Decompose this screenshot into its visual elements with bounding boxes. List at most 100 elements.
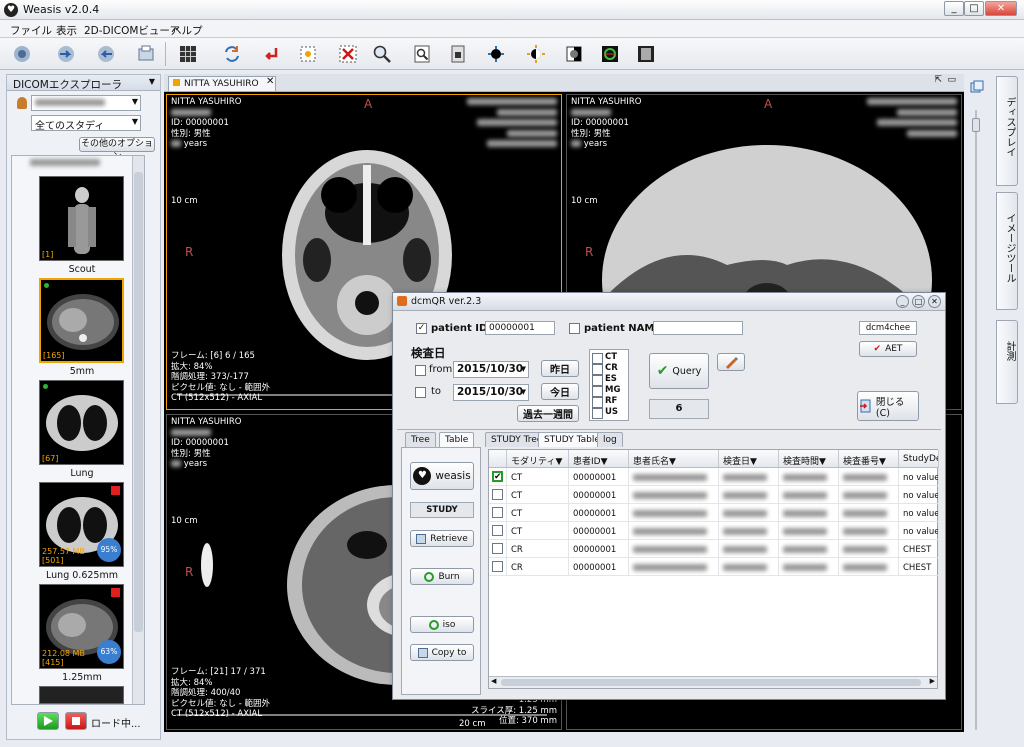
patient-select[interactable]: ▼ bbox=[31, 95, 141, 111]
column-header[interactable]: 検査時間▼ bbox=[779, 450, 839, 468]
more-options-button[interactable]: その他のオプション bbox=[79, 137, 155, 162]
reset-icon[interactable] bbox=[260, 42, 284, 66]
close-button[interactable]: 閉じる(C) bbox=[857, 391, 919, 421]
menu-help[interactable]: ヘルプ bbox=[171, 23, 203, 38]
dialog-minimize-button[interactable]: _ bbox=[896, 295, 909, 308]
table-row[interactable]: CT 00000001 no value bbox=[489, 504, 939, 522]
tab-log[interactable]: log bbox=[597, 432, 623, 447]
table-row[interactable]: CT 00000001 no value bbox=[489, 522, 939, 540]
iso-button[interactable]: iso bbox=[410, 616, 474, 633]
tab-table[interactable]: Table bbox=[439, 432, 475, 447]
column-header[interactable]: モダリティ▼ bbox=[507, 450, 569, 468]
export-icon[interactable] bbox=[94, 42, 118, 66]
burn-button[interactable]: Burn bbox=[410, 568, 474, 585]
select-region-icon[interactable] bbox=[296, 42, 320, 66]
series-thumbnail-125mm[interactable]: 212.08 MB [415] 63% bbox=[39, 584, 124, 669]
weasis-button[interactable]: ♥ weasis bbox=[410, 462, 474, 490]
menu-dicom-viewer[interactable]: 2D-DICOMビューア bbox=[84, 23, 180, 38]
copy-to-button[interactable]: Copy to bbox=[410, 644, 474, 661]
invert-icon[interactable] bbox=[562, 42, 586, 66]
series-thumbnail-scout[interactable]: [1] bbox=[39, 176, 124, 261]
import-icon[interactable] bbox=[54, 42, 78, 66]
table-scrollbar[interactable]: ◀ ▶ bbox=[489, 676, 937, 688]
layout-toggle-icon[interactable] bbox=[970, 80, 984, 94]
today-button[interactable]: 今日 bbox=[541, 383, 579, 400]
series-thumbnail-5mm[interactable]: [165] bbox=[39, 278, 124, 363]
series-thumbnail-lung-0625[interactable]: 257.57 MB [501] 95% bbox=[39, 482, 124, 567]
row-checkbox[interactable] bbox=[492, 561, 503, 572]
patient-id-field[interactable]: 00000001 bbox=[485, 321, 555, 335]
retrieve-button[interactable]: Retrieve bbox=[410, 530, 474, 547]
close-window-button[interactable]: ✕ bbox=[985, 1, 1017, 16]
column-header[interactable]: 患者ID▼ bbox=[569, 450, 629, 468]
delete-icon[interactable] bbox=[336, 42, 360, 66]
cell-redacted bbox=[719, 504, 779, 522]
maximize-view-icon[interactable]: ▭ bbox=[947, 75, 956, 85]
cell-study-desc: no value bbox=[899, 522, 939, 540]
tab-tree[interactable]: Tree bbox=[405, 432, 436, 447]
dialog-close-button[interactable]: ✕ bbox=[928, 295, 941, 308]
tab-display[interactable]: ディスプレイ bbox=[996, 76, 1018, 186]
column-header[interactable]: 検査番号▼ bbox=[839, 450, 899, 468]
aet-field[interactable]: dcm4chee bbox=[859, 321, 917, 335]
window-level-icon[interactable] bbox=[484, 42, 508, 66]
table-row[interactable]: ✔ CT 00000001 no value bbox=[489, 468, 939, 486]
stop-button[interactable] bbox=[65, 712, 87, 730]
row-checkbox[interactable] bbox=[492, 489, 503, 500]
column-header[interactable]: StudyDes bbox=[899, 450, 939, 468]
row-checkbox[interactable] bbox=[492, 525, 503, 536]
column-header[interactable]: 検査日▼ bbox=[719, 450, 779, 468]
column-header[interactable]: 患者氏名▼ bbox=[629, 450, 719, 468]
study-select[interactable]: 全てのスタディ ▼ bbox=[31, 115, 141, 132]
row-checkbox[interactable] bbox=[492, 543, 503, 554]
menu-file[interactable]: ファイル bbox=[10, 23, 52, 38]
3d-view-icon[interactable] bbox=[598, 42, 622, 66]
to-date-field[interactable]: 2015/10/30 ▼ bbox=[453, 384, 529, 401]
maximize-button[interactable]: □ bbox=[964, 1, 984, 16]
tab-study-table[interactable]: STUDY Table bbox=[538, 432, 606, 447]
row-checkbox[interactable]: ✔ bbox=[492, 471, 503, 482]
query-button[interactable]: ✔ Query bbox=[649, 353, 709, 389]
play-button[interactable] bbox=[37, 712, 59, 730]
series-icon[interactable] bbox=[446, 42, 470, 66]
minimize-button[interactable]: _ bbox=[944, 1, 964, 16]
stop-loading-icon[interactable] bbox=[111, 588, 120, 597]
synchronize-icon[interactable] bbox=[220, 42, 244, 66]
mpr-icon[interactable] bbox=[634, 42, 658, 66]
contrast-icon[interactable] bbox=[524, 42, 548, 66]
table-row[interactable]: CR 00000001 CHEST bbox=[489, 540, 939, 558]
past-week-button[interactable]: 過去一週間 bbox=[517, 405, 579, 422]
from-date-field[interactable]: 2015/10/30 ▼ bbox=[453, 361, 529, 378]
stop-loading-icon[interactable] bbox=[111, 486, 120, 495]
viewer-tab[interactable]: NITTA YASUHIRO bbox=[168, 76, 276, 91]
zoom-slider[interactable] bbox=[972, 110, 980, 730]
row-checkbox[interactable] bbox=[492, 507, 503, 518]
menu-view[interactable]: 表示 bbox=[56, 23, 77, 38]
open-dicom-icon[interactable] bbox=[10, 42, 34, 66]
patient-name-field[interactable] bbox=[653, 321, 743, 335]
patient-name-checkbox[interactable] bbox=[569, 323, 580, 334]
print-icon[interactable] bbox=[134, 42, 158, 66]
from-checkbox[interactable] bbox=[415, 365, 426, 376]
to-checkbox[interactable] bbox=[415, 387, 426, 398]
series-list-scrollbar[interactable] bbox=[132, 156, 144, 704]
detach-icon[interactable]: ⇱ bbox=[934, 75, 942, 85]
zoom-icon[interactable] bbox=[370, 42, 394, 66]
dialog-maximize-button[interactable]: □ bbox=[912, 295, 925, 308]
table-row[interactable]: CT 00000001 no value bbox=[489, 486, 939, 504]
series-thumbnail-document[interactable] bbox=[39, 686, 124, 704]
series-thumbnail-lung[interactable]: [67] bbox=[39, 380, 124, 465]
table-row[interactable]: CR 00000001 CHEST bbox=[489, 558, 939, 576]
study-info bbox=[867, 97, 957, 139]
dialog-title: dcmQR ver.2.3 bbox=[411, 296, 482, 307]
panel-menu-icon[interactable]: ▼ bbox=[149, 77, 155, 86]
aet-button[interactable]: ✔ AET bbox=[859, 341, 917, 357]
tab-close-icon[interactable]: ✕ bbox=[266, 76, 274, 87]
tab-image-tools[interactable]: イメージツール bbox=[996, 192, 1018, 310]
edit-button[interactable] bbox=[717, 353, 745, 371]
patient-id-checkbox[interactable]: ✓ bbox=[416, 323, 427, 334]
layout-grid-icon[interactable] bbox=[176, 42, 200, 66]
yesterday-button[interactable]: 昨日 bbox=[541, 360, 579, 377]
zoom-fit-icon[interactable] bbox=[410, 42, 434, 66]
tab-measure[interactable]: 計測 bbox=[996, 320, 1018, 404]
